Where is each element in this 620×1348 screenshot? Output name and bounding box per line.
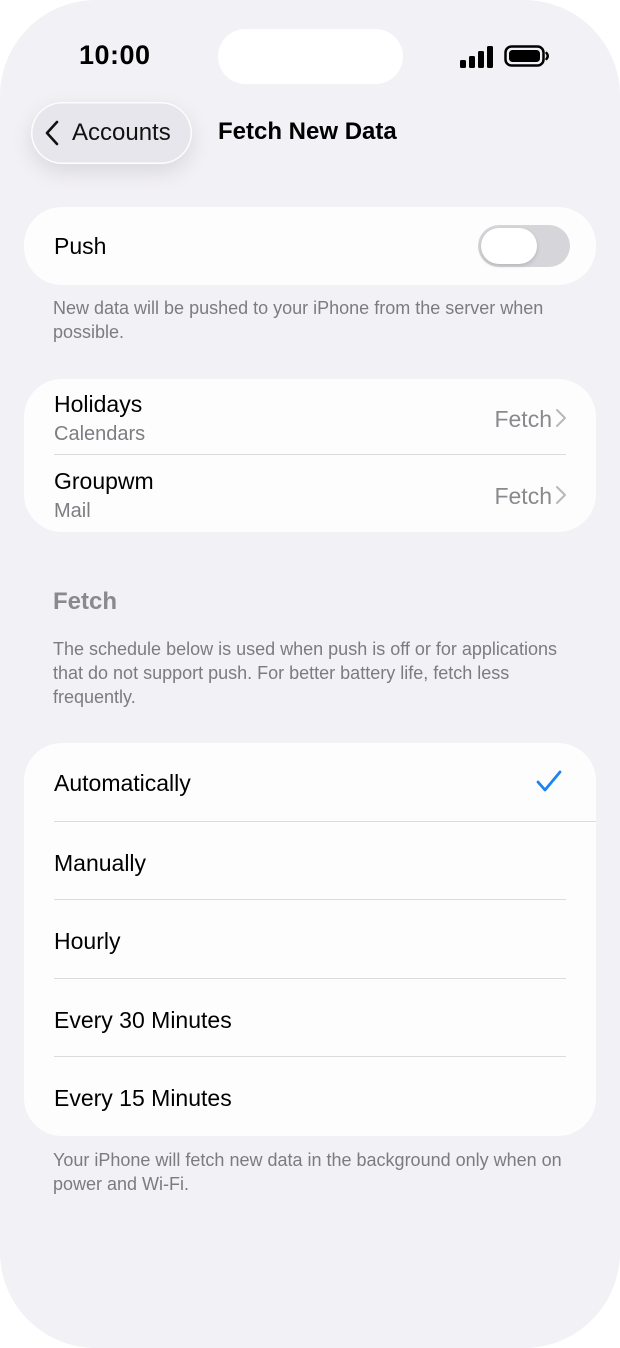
account-row-groupwm[interactable]: Groupwm Mail Fetch bbox=[24, 455, 596, 532]
phone-screen: 10:00 Accounts Fetch New Data Push New d… bbox=[0, 0, 620, 1348]
push-group: Push bbox=[24, 207, 596, 285]
fetch-option-label: Manually bbox=[54, 850, 147, 876]
fetch-option-every-30-minutes[interactable]: Every 30 Minutes bbox=[24, 979, 596, 1057]
fetch-option-label: Every 30 Minutes bbox=[54, 1007, 232, 1033]
fetch-options-group: Automatically Manually Hourly Every 30 M… bbox=[24, 743, 596, 1136]
accounts-group: Holidays Calendars Fetch Groupwm Mail Fe… bbox=[24, 379, 596, 532]
fetch-option-label: Automatically bbox=[54, 770, 191, 796]
back-button[interactable]: Accounts bbox=[31, 102, 192, 164]
account-type: Mail bbox=[54, 500, 91, 522]
chevron-right-icon bbox=[556, 409, 566, 427]
fetch-option-automatically[interactable]: Automatically bbox=[24, 743, 596, 822]
page-title: Fetch New Data bbox=[218, 118, 397, 145]
fetch-option-hourly[interactable]: Hourly bbox=[24, 900, 596, 979]
account-name: Groupwm bbox=[54, 468, 154, 494]
account-name: Holidays bbox=[54, 391, 143, 417]
fetch-footer: Your iPhone will fetch new data in the b… bbox=[53, 1150, 562, 1194]
push-toggle[interactable] bbox=[478, 225, 570, 267]
push-row: Push bbox=[24, 207, 596, 285]
push-label: Push bbox=[54, 233, 107, 259]
account-row-holidays[interactable]: Holidays Calendars Fetch bbox=[24, 379, 596, 455]
fetch-description: The schedule below is used when push is … bbox=[53, 639, 557, 707]
status-time: 10:00 bbox=[79, 40, 151, 70]
push-footer: New data will be pushed to your iPhone f… bbox=[53, 298, 544, 342]
chevron-right-icon bbox=[556, 486, 566, 504]
battery-icon bbox=[504, 45, 549, 67]
fetch-option-manually[interactable]: Manually bbox=[24, 822, 596, 900]
account-fetch-value: Fetch bbox=[494, 483, 552, 509]
dynamic-island bbox=[218, 29, 403, 84]
fetch-option-label: Hourly bbox=[54, 928, 121, 954]
chevron-left-icon bbox=[45, 120, 59, 146]
fetch-option-label: Every 15 Minutes bbox=[54, 1085, 232, 1111]
account-fetch-value: Fetch bbox=[494, 406, 552, 432]
fetch-option-every-15-minutes[interactable]: Every 15 Minutes bbox=[24, 1057, 596, 1136]
signal-icon bbox=[460, 46, 494, 68]
account-type: Calendars bbox=[54, 423, 146, 445]
back-button-label: Accounts bbox=[72, 119, 171, 146]
toggle-knob bbox=[481, 228, 537, 264]
checkmark-icon bbox=[536, 770, 562, 792]
fetch-section-header: Fetch bbox=[53, 588, 118, 615]
